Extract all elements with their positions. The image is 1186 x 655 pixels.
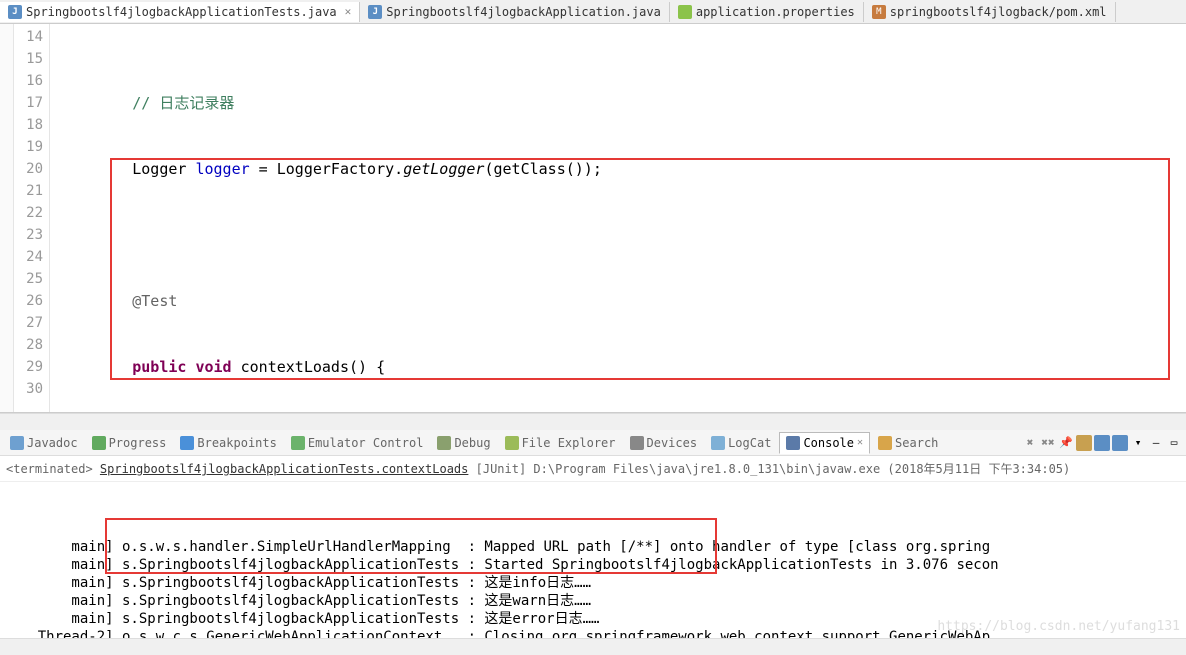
view-tab-label: File Explorer <box>522 436 616 450</box>
console-toolbar: ✖ ✖✖ 📌 ▾ — ▭ <box>1022 435 1182 451</box>
tab-pom[interactable]: M springbootslf4jlogback/pom.xml <box>864 2 1116 22</box>
scroll-lock-icon[interactable] <box>1094 435 1110 451</box>
display-selected-icon[interactable] <box>1076 435 1092 451</box>
devices-icon <box>630 436 644 450</box>
line-gutter: 1415161718192021222324252627282930 <box>14 24 50 412</box>
java-file-icon: J <box>8 5 22 19</box>
emulator-control-icon <box>291 436 305 450</box>
editor-horizontal-scrollbar[interactable] <box>0 413 1186 430</box>
remove-all-icon[interactable]: ✖✖ <box>1040 435 1056 451</box>
view-tab-debug[interactable]: Debug <box>431 433 496 453</box>
view-tab-devices[interactable]: Devices <box>624 433 704 453</box>
tab-app-java[interactable]: J Springbootslf4jlogbackApplication.java <box>360 2 670 22</box>
console-launch-info: <terminated> Springbootslf4jlogbackAppli… <box>0 456 1186 482</box>
view-tab-label: Progress <box>109 436 167 450</box>
view-tab-file-explorer[interactable]: File Explorer <box>499 433 622 453</box>
watermark: https://blog.csdn.net/yufang131 <box>937 618 1180 636</box>
view-tab-label: Search <box>895 436 938 450</box>
editor: 1415161718192021222324252627282930 // 日志… <box>0 24 1186 413</box>
logcat-icon <box>711 436 725 450</box>
tab-properties[interactable]: application.properties <box>670 2 864 22</box>
editor-tabs: J Springbootslf4jlogbackApplicationTests… <box>0 0 1186 24</box>
view-tab-emulator-control[interactable]: Emulator Control <box>285 433 430 453</box>
pin-console-icon[interactable]: 📌 <box>1058 435 1074 451</box>
view-tab-logcat[interactable]: LogCat <box>705 433 777 453</box>
maven-file-icon: M <box>872 5 886 19</box>
search-icon <box>878 436 892 450</box>
view-tab-progress[interactable]: Progress <box>86 433 173 453</box>
comment: // 日志记录器 <box>132 94 234 112</box>
tab-label: Springbootslf4jlogbackApplication.java <box>386 5 661 19</box>
console-icon <box>786 436 800 450</box>
javadoc-icon <box>10 436 24 450</box>
view-tab-label: LogCat <box>728 436 771 450</box>
console-line: main] s.Springbootslf4jlogbackApplicatio… <box>4 592 1182 610</box>
remove-launch-icon[interactable]: ✖ <box>1022 435 1038 451</box>
view-tab-label: Devices <box>647 436 698 450</box>
view-tab-javadoc[interactable]: Javadoc <box>4 433 84 453</box>
view-tab-label: Debug <box>454 436 490 450</box>
java-file-icon: J <box>368 5 382 19</box>
debug-icon <box>437 436 451 450</box>
view-tab-label: Breakpoints <box>197 436 276 450</box>
properties-file-icon <box>678 5 692 19</box>
bottom-panel: Javadoc Progress Breakpoints Emulator Contr… <box>0 430 1186 655</box>
view-tab-console[interactable]: Console ✕ <box>779 432 870 454</box>
maximize-icon[interactable]: ▭ <box>1166 435 1182 451</box>
console-horizontal-scrollbar[interactable] <box>0 638 1186 655</box>
tab-tests-java[interactable]: J Springbootslf4jlogbackApplicationTests… <box>0 2 360 22</box>
view-tab-breakpoints[interactable]: Breakpoints <box>174 433 282 453</box>
view-tab-label: Console <box>803 436 854 450</box>
close-icon[interactable]: ✕ <box>345 5 352 18</box>
open-console-icon[interactable]: ▾ <box>1130 435 1146 451</box>
console-output[interactable]: main] o.s.w.s.handler.SimpleUrlHandlerMa… <box>0 482 1186 638</box>
breakpoints-icon <box>180 436 194 450</box>
minimize-icon[interactable]: — <box>1148 435 1164 451</box>
tab-label: application.properties <box>696 5 855 19</box>
view-tabs: Javadoc Progress Breakpoints Emulator Contr… <box>0 430 1186 456</box>
progress-icon <box>92 436 106 450</box>
close-icon[interactable]: ✕ <box>857 437 863 448</box>
tab-label: springbootslf4jlogback/pom.xml <box>890 5 1107 19</box>
view-tab-label: Javadoc <box>27 436 78 450</box>
code-area[interactable]: // 日志记录器 Logger logger = LoggerFactory.g… <box>50 24 1186 412</box>
annotation-ruler <box>0 24 14 412</box>
view-tab-search[interactable]: Search <box>872 433 944 453</box>
view-tab-label: Emulator Control <box>308 436 424 450</box>
annotation-box-console <box>105 518 717 574</box>
annotation-box-code <box>110 158 1170 380</box>
file-explorer-icon <box>505 436 519 450</box>
console-line: main] s.Springbootslf4jlogbackApplicatio… <box>4 574 1182 592</box>
tab-label: Springbootslf4jlogbackApplicationTests.j… <box>26 5 337 19</box>
pin-icon[interactable] <box>1112 435 1128 451</box>
